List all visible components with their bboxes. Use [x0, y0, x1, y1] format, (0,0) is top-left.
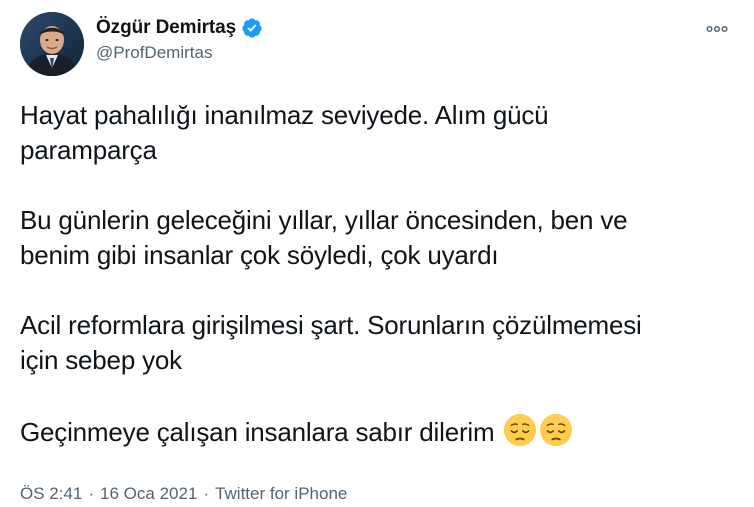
tweet-line: paramparça [20, 135, 157, 165]
pensive-face-emoji [540, 413, 573, 447]
tweet-line: Acil reformlara girişilmesi şart. Sorunl… [20, 310, 642, 340]
pensive-face-emoji [504, 413, 537, 447]
tweet-paragraph: Bu günlerin geleceğini yıllar, yıllar ön… [20, 203, 740, 273]
tweet-date: 16 Oca 2021 [100, 484, 198, 503]
separator: · [203, 484, 210, 503]
tweet-text: Hayat pahalılığı inanılmaz seviyede. Alı… [20, 98, 740, 450]
more-options-icon[interactable] [706, 22, 728, 36]
tweet-line: Geçinmeye çalışan insanlara sabır dileri… [20, 413, 740, 450]
tweet-paragraph: Hayat pahalılığı inanılmaz seviyede. Alı… [20, 98, 740, 168]
separator: · [88, 484, 95, 503]
tweet-time: ÖS 2:41 [20, 484, 83, 503]
tweet-timestamp[interactable]: ÖS 2:41 · 16 Oca 2021 [20, 484, 197, 503]
tweet-paragraph: Geçinmeye çalışan insanlara sabır dileri… [20, 413, 740, 450]
tweet-line: Hayat pahalılığı inanılmaz seviyede. Alı… [20, 100, 549, 130]
author-display-name[interactable]: Özgür Demirtaş [96, 17, 236, 39]
tweet-paragraph: Acil reformlara girişilmesi şart. Sorunl… [20, 308, 740, 378]
tweet-line-text: Geçinmeye çalışan insanlara sabır dileri… [20, 417, 495, 447]
author-handle[interactable]: @ProfDemirtas [96, 43, 212, 63]
tweet-line: Bu günlerin geleceğini yıllar, yıllar ön… [20, 205, 628, 235]
verified-badge-icon [242, 18, 262, 38]
tweet-line: benim gibi insanlar çok söyledi, çok uya… [20, 240, 499, 270]
tweet-metadata: ÖS 2:41 · 16 Oca 2021 · Twitter for iPhone [20, 484, 347, 504]
avatar[interactable] [20, 12, 84, 76]
tweet-line: için sebep yok [20, 345, 182, 375]
tweet-source[interactable]: Twitter for iPhone [215, 484, 347, 503]
author-name-row: Özgür Demirtaş [96, 15, 263, 41]
profile-photo [20, 12, 84, 76]
